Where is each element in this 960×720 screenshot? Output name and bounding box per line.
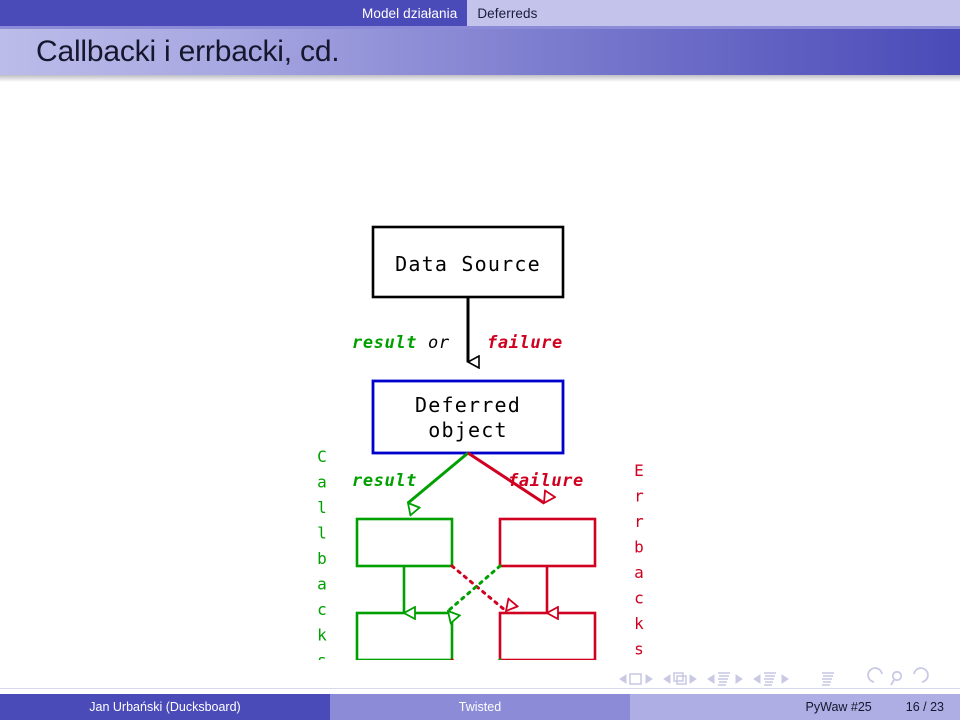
edge-callback1-to-errback2 xyxy=(450,564,506,613)
deferred-label-line1: Deferred xyxy=(415,393,521,417)
footer-page-number: 16 / 23 xyxy=(905,700,944,714)
prev-section-icon xyxy=(753,674,761,684)
title-drop-shadow xyxy=(0,75,960,82)
footer-event: PyWaw #25 16 / 23 xyxy=(630,694,960,720)
nav-item-label: Model działania xyxy=(362,5,458,21)
label-failure-top: failure xyxy=(487,333,563,353)
frame-icon xyxy=(673,672,687,685)
footer-talk-label: Twisted xyxy=(458,700,502,714)
footer-talk: Twisted xyxy=(330,694,630,720)
deferred-flow-diagram: Data Source result or failure Deferred o… xyxy=(0,100,960,660)
label-or: or xyxy=(428,333,450,353)
find-icon xyxy=(890,670,903,686)
errback-box-1 xyxy=(498,517,597,568)
label-failure-branch: failure xyxy=(508,471,584,491)
footer-event-label: PyWaw #25 xyxy=(805,700,872,714)
footer-author: Jan Urbański (Ducksboard) xyxy=(0,694,330,720)
section-icon xyxy=(764,672,776,686)
deferred-label-line2: object xyxy=(428,418,507,442)
presentation-icon xyxy=(822,672,834,686)
data-source-box: Data Source xyxy=(371,225,565,299)
section-navbar: Model działania Deferreds xyxy=(0,0,960,26)
edge-errback1-to-callback2 xyxy=(446,564,502,611)
errbacks-label: Errbacks xyxy=(634,461,644,659)
errback-box-2 xyxy=(498,611,597,660)
footer-divider xyxy=(0,688,960,689)
navbar-right-fill xyxy=(547,0,960,26)
next-subsection-icon xyxy=(735,674,743,684)
next-slide-icon xyxy=(645,674,653,684)
prev-slide-icon xyxy=(619,674,627,684)
next-frame-icon xyxy=(689,674,697,684)
nav-item-deferreds[interactable]: Deferreds xyxy=(467,0,548,26)
prev-frame-icon xyxy=(663,674,671,684)
footer-author-label: Jan Urbański (Ducksboard) xyxy=(89,700,241,714)
footer: Jan Urbański (Ducksboard) Twisted PyWaw … xyxy=(0,694,960,720)
slide: Model działania Deferreds Callbacki i er… xyxy=(0,0,960,720)
prev-subsection-icon xyxy=(707,674,715,684)
deferred-object-box: Deferred object xyxy=(371,379,565,455)
callback-box-2 xyxy=(355,611,454,660)
nav-item-label: Deferreds xyxy=(477,5,538,21)
data-source-label: Data Source xyxy=(395,252,541,276)
nav-item-model-dzialania[interactable]: Model działania xyxy=(352,0,468,26)
forward-icon xyxy=(913,667,929,683)
page-title: Callbacki i errbacki, cd. xyxy=(36,35,340,68)
subsection-icon xyxy=(718,672,730,686)
label-result-top: result xyxy=(352,333,417,353)
errback-chain xyxy=(498,517,597,660)
slide-icon xyxy=(629,673,642,685)
title-bar: Callbacki i errbacki, cd. xyxy=(0,29,960,75)
back-icon xyxy=(867,667,883,683)
callback-chain xyxy=(355,517,454,660)
label-result-branch: result xyxy=(352,471,417,491)
next-section-icon xyxy=(781,674,789,684)
callback-box-1 xyxy=(355,517,454,568)
callbacks-label: Callbacks xyxy=(317,447,327,660)
